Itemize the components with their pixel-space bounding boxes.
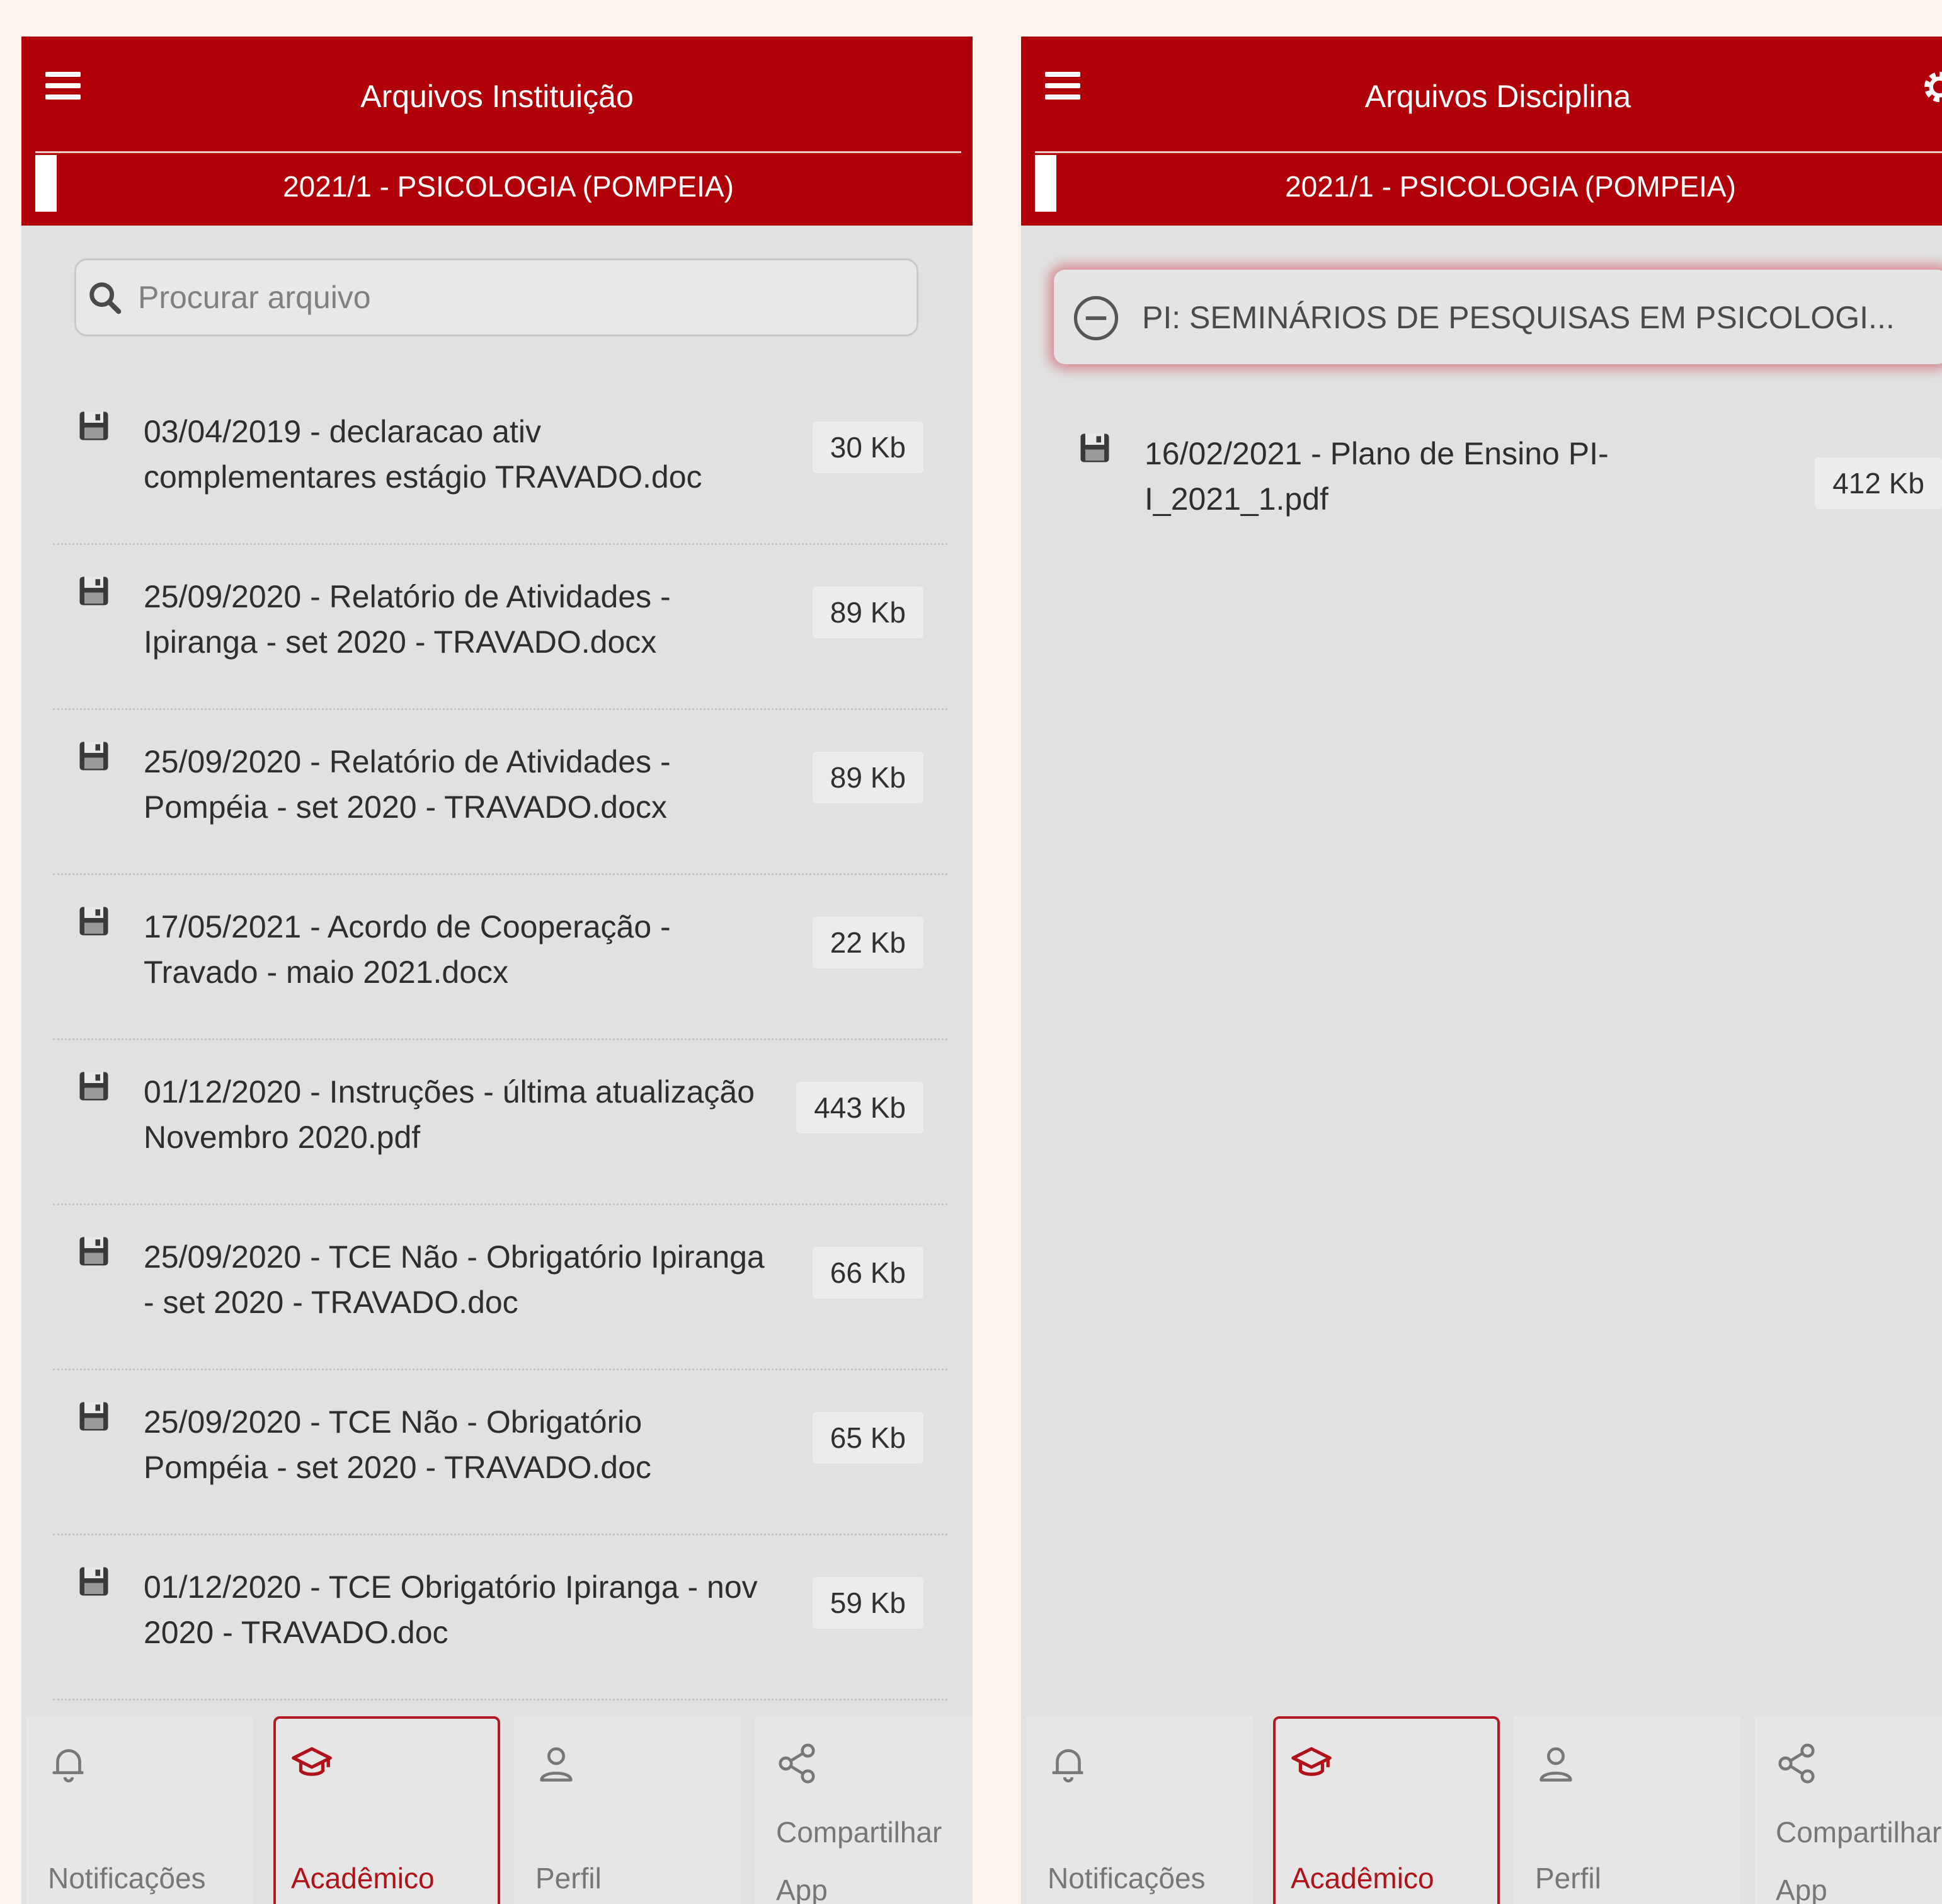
graduation-cap-icon (290, 1741, 334, 1786)
file-size-badge: 89 Kb (812, 752, 923, 803)
nav-tab-label: Perfil (1535, 1862, 1601, 1895)
file-name: 01/12/2020 - Instruções - última atualiz… (144, 1074, 755, 1155)
file-size-badge: 30 Kb (812, 422, 923, 473)
nav-tab-notificacoes[interactable]: Notificações (1026, 1716, 1253, 1904)
nav-tab-label: Compartilhar App (776, 1816, 942, 1904)
app-header: Arquivos Instituição 2021/1 - PSICOLOGIA… (21, 37, 973, 226)
nav-tab-label: Acadêmico (291, 1862, 435, 1895)
nav-tab-perfil[interactable]: Perfil (514, 1716, 741, 1904)
nav-tab-notificacoes[interactable]: Notificações (26, 1716, 253, 1904)
bottom-nav: Notificações Acadêmico Perfil Compartilh… (21, 1711, 973, 1904)
nav-tab-label: Notificações (48, 1862, 206, 1895)
save-icon (78, 1566, 110, 1597)
file-item[interactable]: 01/12/2020 - Instruções - última atualiz… (53, 1040, 947, 1205)
file-item[interactable]: 01/12/2020 - TCE Obrigatório Ipiranga - … (53, 1535, 947, 1700)
save-icon (78, 1401, 110, 1432)
gear-icon[interactable] (1919, 67, 1942, 107)
save-icon (1079, 432, 1111, 464)
file-item[interactable]: 03/04/2019 - declaracao ativ complementa… (53, 380, 947, 545)
file-name: 25/09/2020 - Relatório de Atividades - I… (144, 579, 671, 660)
graduation-cap-icon (1289, 1741, 1334, 1786)
term-selector[interactable]: 2021/1 - PSICOLOGIA (POMPEIA) (44, 161, 973, 212)
file-item[interactable]: 25/09/2020 - Relatório de Atividades - P… (53, 710, 947, 875)
file-list: 03/04/2019 - declaracao ativ complementa… (53, 380, 947, 1700)
file-item[interactable]: 17/05/2021 - Acordo de Cooperação - Trav… (53, 875, 947, 1040)
file-size-badge: 59 Kb (812, 1577, 923, 1629)
right-screen: Arquivos Disciplina 2021/1 - PSICOLOGIA … (1021, 37, 1942, 1904)
nav-tab-label: Compartilhar App (1776, 1816, 1942, 1904)
nav-tab-perfil[interactable]: Perfil (1514, 1716, 1740, 1904)
page-title: Arquivos Instituição (360, 79, 634, 114)
discipline-name: PI: SEMINÁRIOS DE PESQUISAS EM PSICOLOGI… (1142, 300, 1895, 335)
file-item[interactable]: 25/09/2020 - Relatório de Atividades - I… (53, 545, 947, 710)
nav-tab-academico[interactable]: Acadêmico (273, 1716, 500, 1904)
file-size-badge: 89 Kb (812, 587, 923, 638)
user-icon (1534, 1741, 1578, 1786)
left-screen: Arquivos Instituição 2021/1 - PSICOLOGIA… (21, 37, 973, 1904)
bottom-nav: Notificações Acadêmico Perfil Compartilh… (1021, 1711, 1942, 1904)
nav-tab-label: Notificações (1048, 1862, 1206, 1895)
file-size-badge: 66 Kb (812, 1247, 923, 1299)
user-icon (534, 1741, 578, 1786)
discipline-header[interactable]: PI: SEMINÁRIOS DE PESQUISAS EM PSICOLOGI… (1054, 270, 1942, 364)
save-icon (78, 740, 110, 772)
file-item[interactable]: 25/09/2020 - TCE Não - Obrigatório Pompé… (53, 1370, 947, 1535)
search-box (74, 258, 918, 336)
page-title: Arquivos Disciplina (1364, 79, 1631, 114)
nav-tab-compartilhar-app[interactable]: Compartilhar App (1754, 1716, 1942, 1904)
nav-tab-label: Acadêmico (1291, 1862, 1434, 1895)
header-divider (35, 151, 961, 153)
file-size-badge: 22 Kb (812, 917, 923, 968)
file-item[interactable]: 25/09/2020 - TCE Não - Obrigatório Ipira… (53, 1205, 947, 1370)
save-icon (78, 905, 110, 937)
collapse-minus-icon (1073, 295, 1119, 341)
nav-tab-label: Perfil (535, 1862, 602, 1895)
bell-icon (1046, 1741, 1090, 1786)
file-size-badge: 443 Kb (796, 1082, 923, 1133)
save-icon (78, 1070, 110, 1102)
save-icon (78, 575, 110, 607)
file-name: 25/09/2020 - Relatório de Atividades - P… (144, 744, 671, 825)
file-size-badge: 65 Kb (812, 1412, 923, 1464)
nav-tab-academico[interactable]: Acadêmico (1273, 1716, 1500, 1904)
nav-tab-compartilhar-app[interactable]: Compartilhar App (755, 1716, 973, 1904)
file-name: 25/09/2020 - TCE Não - Obrigatório Pompé… (144, 1404, 651, 1485)
file-name: 25/09/2020 - TCE Não - Obrigatório Ipira… (144, 1239, 765, 1320)
file-item[interactable]: 16/02/2021 - Plano de Ensino PI-I_2021_1… (1054, 402, 1942, 553)
save-icon (78, 410, 110, 442)
term-selector[interactable]: 2021/1 - PSICOLOGIA (POMPEIA) (1046, 161, 1942, 212)
file-name: 03/04/2019 - declaracao ativ complementa… (144, 414, 702, 495)
save-icon (78, 1236, 110, 1267)
file-name: 16/02/2021 - Plano de Ensino PI-I_2021_1… (1145, 436, 1609, 517)
share-icon (775, 1741, 819, 1786)
file-size-badge: 412 Kb (1815, 457, 1942, 509)
file-name: 01/12/2020 - TCE Obrigatório Ipiranga - … (144, 1569, 758, 1650)
file-list: 16/02/2021 - Plano de Ensino PI-I_2021_1… (1054, 402, 1942, 553)
app-header: Arquivos Disciplina 2021/1 - PSICOLOGIA … (1021, 37, 1942, 226)
share-icon (1774, 1741, 1819, 1786)
header-divider (1035, 151, 1942, 153)
search-input[interactable] (137, 272, 895, 323)
file-name: 17/05/2021 - Acordo de Cooperação - Trav… (144, 909, 671, 990)
search-icon (89, 282, 122, 314)
bell-icon (47, 1741, 91, 1786)
